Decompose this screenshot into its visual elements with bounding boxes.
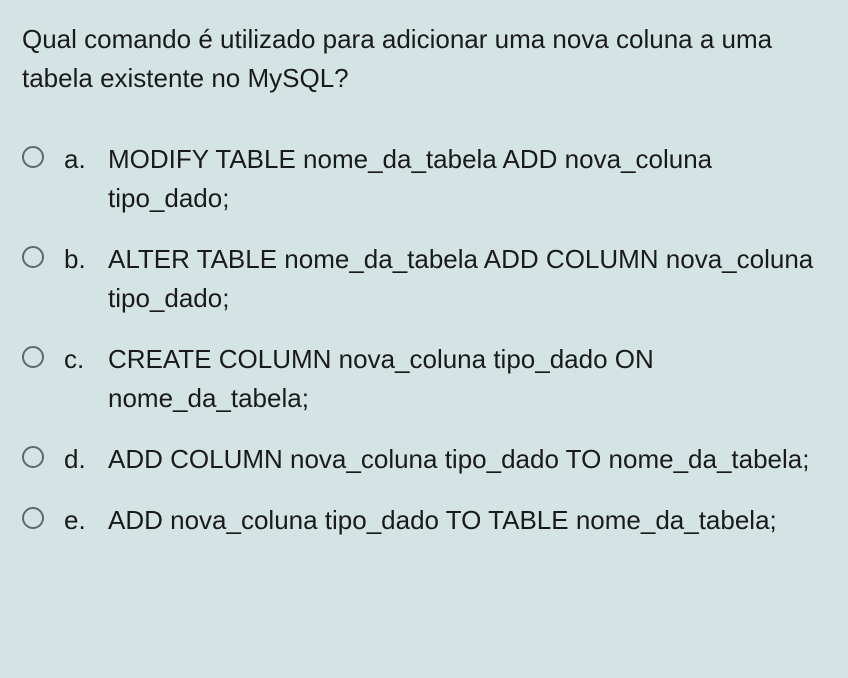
- option-row-d[interactable]: d. ADD COLUMN nova_coluna tipo_dado TO n…: [22, 440, 826, 479]
- option-letter-a: a.: [64, 140, 92, 179]
- options-list: a. MODIFY TABLE nome_da_tabela ADD nova_…: [22, 140, 826, 540]
- option-letter-c: c.: [64, 340, 92, 379]
- radio-e[interactable]: [22, 507, 44, 529]
- option-content-a: a. MODIFY TABLE nome_da_tabela ADD nova_…: [64, 140, 826, 218]
- option-text-b: ALTER TABLE nome_da_tabela ADD COLUMN no…: [108, 240, 826, 318]
- question-text: Qual comando é utilizado para adicionar …: [22, 20, 826, 98]
- radio-a[interactable]: [22, 146, 44, 168]
- option-content-b: b. ALTER TABLE nome_da_tabela ADD COLUMN…: [64, 240, 826, 318]
- option-letter-d: d.: [64, 440, 92, 479]
- radio-d[interactable]: [22, 446, 44, 468]
- option-content-c: c. CREATE COLUMN nova_coluna tipo_dado O…: [64, 340, 826, 418]
- option-text-c: CREATE COLUMN nova_coluna tipo_dado ON n…: [108, 340, 826, 418]
- option-content-e: e. ADD nova_coluna tipo_dado TO TABLE no…: [64, 501, 826, 540]
- option-text-a: MODIFY TABLE nome_da_tabela ADD nova_col…: [108, 140, 826, 218]
- option-row-c[interactable]: c. CREATE COLUMN nova_coluna tipo_dado O…: [22, 340, 826, 418]
- radio-b[interactable]: [22, 246, 44, 268]
- option-row-b[interactable]: b. ALTER TABLE nome_da_tabela ADD COLUMN…: [22, 240, 826, 318]
- option-text-e: ADD nova_coluna tipo_dado TO TABLE nome_…: [108, 501, 826, 540]
- option-text-d: ADD COLUMN nova_coluna tipo_dado TO nome…: [108, 440, 826, 479]
- radio-c[interactable]: [22, 346, 44, 368]
- option-row-e[interactable]: e. ADD nova_coluna tipo_dado TO TABLE no…: [22, 501, 826, 540]
- option-letter-e: e.: [64, 501, 92, 540]
- option-content-d: d. ADD COLUMN nova_coluna tipo_dado TO n…: [64, 440, 826, 479]
- option-letter-b: b.: [64, 240, 92, 279]
- option-row-a[interactable]: a. MODIFY TABLE nome_da_tabela ADD nova_…: [22, 140, 826, 218]
